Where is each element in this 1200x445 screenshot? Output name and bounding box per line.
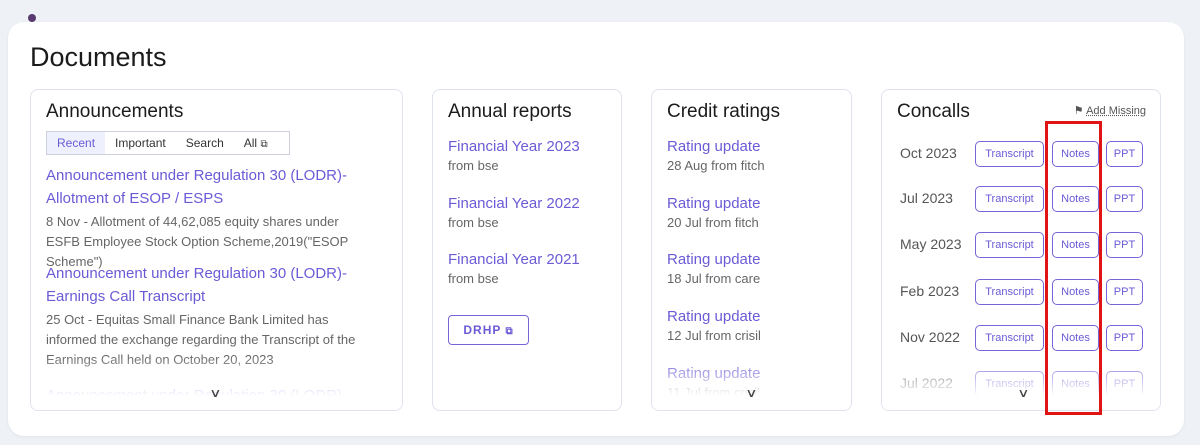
add-missing-link[interactable]: ⚑ Add Missing (1074, 104, 1146, 117)
transcript-button[interactable]: Transcript (975, 325, 1044, 351)
credit-rating-source: 28 Aug from fitch (667, 158, 765, 173)
tab-recent[interactable]: Recent (47, 132, 106, 154)
credit-ratings-title: Credit ratings (667, 101, 780, 122)
concall-date: Jul 2023 (900, 190, 953, 206)
notes-button[interactable]: Notes (1052, 141, 1099, 167)
tab-important[interactable]: Important (105, 132, 176, 154)
credit-rating-source: 12 Jul from crisil (667, 328, 761, 343)
ppt-button[interactable]: PPT (1106, 279, 1143, 305)
credit-rating-link[interactable]: Rating update (667, 251, 760, 268)
concall-date: Oct 2023 (900, 145, 957, 161)
annual-report-item: Financial Year 2023 from bse (448, 138, 580, 176)
credit-rating-source: 18 Jul from care (667, 271, 761, 286)
notes-button[interactable]: Notes (1052, 371, 1099, 397)
profile-dot (28, 14, 36, 22)
ppt-button[interactable]: PPT (1106, 141, 1143, 167)
concall-row: Oct 2023 Transcript Notes PPT (882, 141, 1160, 167)
documents-card: Documents Announcements Recent Important… (8, 22, 1184, 436)
announcements-tabs: Recent Important Search All ⧉ (46, 131, 290, 155)
concall-date: Feb 2023 (900, 283, 960, 299)
ppt-button[interactable]: PPT (1106, 232, 1143, 258)
chevron-down-icon[interactable]: ∨ (1017, 386, 1029, 400)
external-link-icon: ⧉ (505, 326, 514, 337)
announcements-title: Announcements (46, 101, 184, 122)
annual-report-link[interactable]: Financial Year 2023 (448, 138, 580, 155)
annual-report-item: Financial Year 2021 from bse (448, 251, 580, 289)
announcement-link[interactable]: Announcement under Regulation 30 (LODR)-… (46, 262, 376, 308)
flag-icon: ⚑ (1073, 105, 1084, 117)
chevron-down-icon[interactable]: ∨ (745, 386, 757, 400)
concalls-panel: Concalls ⚑ Add Missing Oct 2023 Transcri… (881, 89, 1161, 411)
concall-row: Jul 2023 Transcript Notes PPT (882, 186, 1160, 212)
concall-row: May 2023 Transcript Notes PPT (882, 232, 1160, 258)
page-title: Documents (30, 42, 167, 72)
notes-button[interactable]: Notes (1052, 279, 1099, 305)
credit-rating-item: Rating update 20 Jul from fitch (667, 195, 760, 233)
credit-rating-link[interactable]: Rating update (667, 365, 760, 382)
ppt-button[interactable]: PPT (1106, 325, 1143, 351)
concalls-title: Concalls (897, 101, 970, 122)
announcements-panel: Announcements Recent Important Search Al… (30, 89, 403, 411)
tab-search[interactable]: Search (176, 132, 234, 154)
concall-date: May 2023 (900, 236, 962, 252)
credit-rating-item: Rating update 18 Jul from care (667, 251, 760, 289)
annual-reports-title: Annual reports (448, 101, 572, 122)
credit-rating-link[interactable]: Rating update (667, 138, 765, 155)
notes-button[interactable]: Notes (1052, 325, 1099, 351)
transcript-button[interactable]: Transcript (975, 186, 1044, 212)
announcement-item: Announcement under Regulation 30 (LODR)-… (46, 164, 376, 272)
add-missing-label: Add Missing (1086, 105, 1146, 117)
concall-row: Feb 2023 Transcript Notes PPT (882, 279, 1160, 305)
ppt-button[interactable]: PPT (1106, 186, 1143, 212)
external-link-icon: ⧉ (260, 139, 268, 150)
drhp-button[interactable]: DRHP ⧉ (448, 315, 529, 345)
chevron-down-icon[interactable]: ∨ (209, 386, 221, 400)
tab-all-label: All (243, 136, 258, 150)
transcript-button[interactable]: Transcript (975, 279, 1044, 305)
transcript-button[interactable]: Transcript (975, 141, 1044, 167)
drhp-label: DRHP (463, 323, 502, 337)
annual-reports-panel: Annual reports Financial Year 2023 from … (432, 89, 622, 411)
credit-rating-item: Rating update 28 Aug from fitch (667, 138, 765, 176)
transcript-button[interactable]: Transcript (975, 232, 1044, 258)
annual-report-source: from bse (448, 215, 499, 230)
credit-rating-source: 20 Jul from fitch (667, 215, 759, 230)
credit-rating-link[interactable]: Rating update (667, 195, 760, 212)
annual-report-item: Financial Year 2022 from bse (448, 195, 580, 233)
annual-report-source: from bse (448, 271, 499, 286)
notes-button[interactable]: Notes (1052, 232, 1099, 258)
credit-ratings-panel: Credit ratings Rating update 28 Aug from… (651, 89, 852, 411)
annual-report-source: from bse (448, 158, 499, 173)
tab-all[interactable]: All ⧉ (234, 132, 278, 154)
transcript-button[interactable]: Transcript (975, 371, 1044, 397)
announcement-link[interactable]: Announcement under Regulation 30 (LODR)-… (46, 164, 376, 210)
ppt-button[interactable]: PPT (1106, 371, 1143, 397)
credit-rating-item: Rating update 12 Jul from crisil (667, 308, 761, 346)
credit-rating-link[interactable]: Rating update (667, 308, 761, 325)
concall-date: Jul 2022 (900, 375, 953, 391)
annual-report-link[interactable]: Financial Year 2022 (448, 195, 580, 212)
concall-date: Nov 2022 (900, 329, 960, 345)
notes-button[interactable]: Notes (1052, 186, 1099, 212)
annual-report-link[interactable]: Financial Year 2021 (448, 251, 580, 268)
announcement-item: Announcement under Regulation 30 (LODR)-… (46, 262, 376, 370)
concall-row: Nov 2022 Transcript Notes PPT (882, 325, 1160, 351)
announcement-desc: 25 Oct - Equitas Small Finance Bank Limi… (46, 312, 356, 367)
